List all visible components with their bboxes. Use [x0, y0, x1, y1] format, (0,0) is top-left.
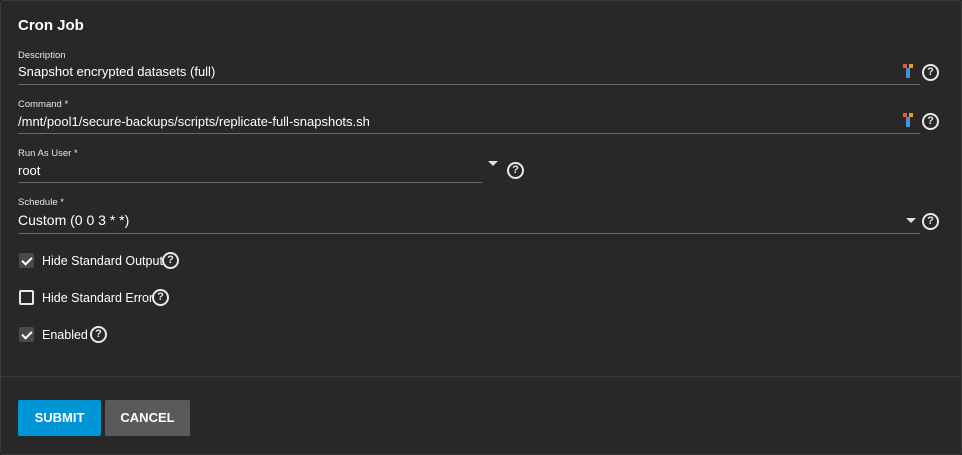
- description-label: Description: [18, 50, 66, 61]
- caret-down-icon[interactable]: [906, 218, 916, 223]
- schedule-help-icon[interactable]: ?: [922, 213, 939, 230]
- card-title: Cron Job: [18, 17, 84, 34]
- key-autofill-icon[interactable]: [903, 113, 913, 127]
- schedule-label: Schedule *: [18, 197, 64, 208]
- run-as-user-label: Run As User *: [18, 148, 78, 159]
- hide-stderr-label: Hide Standard Error: [42, 291, 154, 305]
- hide-stdout-label: Hide Standard Output: [42, 254, 163, 268]
- enabled-checkbox[interactable]: [19, 327, 34, 342]
- command-underline: [18, 133, 920, 134]
- hide-stderr-checkbox[interactable]: [19, 290, 34, 305]
- hide-stdout-checkbox[interactable]: [19, 253, 34, 268]
- schedule-select[interactable]: Custom (0 0 3 * *): [18, 212, 129, 228]
- command-label: Command *: [18, 99, 69, 110]
- run-as-user-underline: [18, 182, 482, 183]
- hide-stderr-help-icon[interactable]: ?: [152, 289, 169, 306]
- cron-job-card: Cron Job Description Snapshot encrypted …: [0, 0, 962, 455]
- hide-stdout-help-icon[interactable]: ?: [162, 252, 179, 269]
- description-input[interactable]: Snapshot encrypted datasets (full): [18, 64, 215, 79]
- description-help-icon[interactable]: ?: [922, 64, 939, 81]
- actions-divider: [1, 376, 961, 377]
- command-input[interactable]: /mnt/pool1/secure-backups/scripts/replic…: [18, 114, 370, 129]
- run-as-user-input[interactable]: root: [18, 163, 40, 178]
- cancel-button[interactable]: CANCEL: [105, 400, 190, 436]
- description-underline: [18, 84, 920, 85]
- command-help-icon[interactable]: ?: [922, 113, 939, 130]
- caret-down-icon[interactable]: [488, 161, 498, 166]
- key-autofill-icon[interactable]: [903, 64, 913, 78]
- enabled-label: Enabled: [42, 328, 88, 342]
- run-as-user-help-icon[interactable]: ?: [507, 162, 524, 179]
- schedule-underline: [18, 233, 920, 234]
- submit-button[interactable]: SUBMIT: [18, 400, 101, 436]
- enabled-help-icon[interactable]: ?: [90, 326, 107, 343]
